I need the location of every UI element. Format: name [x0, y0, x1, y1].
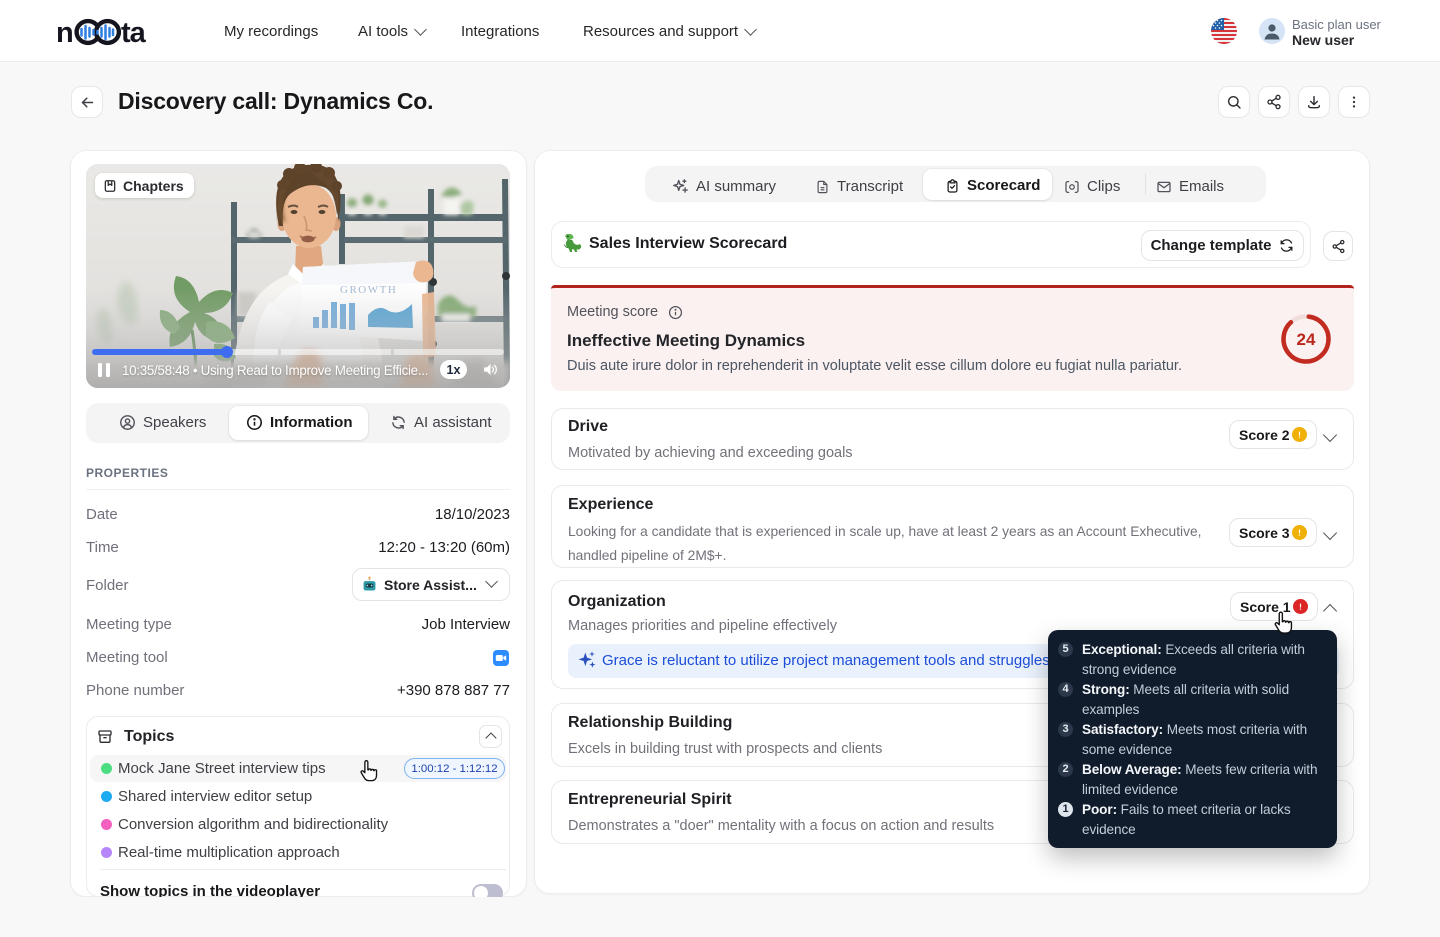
svg-text:ta: ta — [121, 17, 147, 48]
svg-text:n: n — [57, 17, 73, 48]
svg-text:24: 24 — [1297, 330, 1316, 349]
